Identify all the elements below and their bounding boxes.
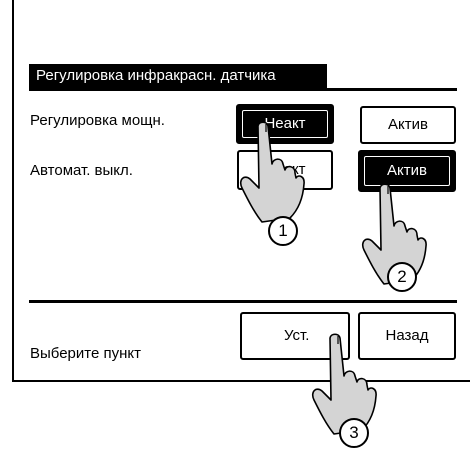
setting-label-power: Регулировка мощн. [30,112,165,129]
callout-1: 1 [268,216,298,246]
power-active-button[interactable]: Актив [360,106,456,144]
prompt-text: Выберите пункт [30,345,141,362]
power-active-label: Актив [388,116,428,133]
callout-3: 3 [339,418,369,448]
footer-divider [29,300,457,303]
dialog-title: Регулировка инфракрасн. датчика [29,64,327,88]
pointing-hand-icon [239,121,305,223]
setting-label-auto-off: Автомат. выкл. [30,162,133,179]
callout-2: 2 [387,262,417,292]
title-divider [29,88,457,91]
